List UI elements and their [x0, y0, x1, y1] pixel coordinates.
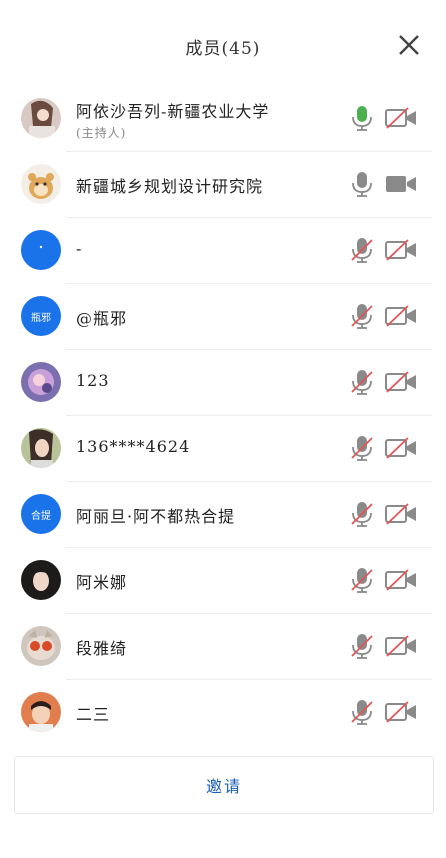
mic-icon[interactable]	[350, 170, 374, 198]
close-icon[interactable]	[396, 32, 422, 58]
camera-off-icon[interactable]	[384, 436, 418, 460]
member-row[interactable]: 合提 阿丽旦·阿不都热合提	[0, 482, 446, 548]
mic-off-icon[interactable]	[350, 236, 374, 264]
avatar: 合提	[21, 494, 61, 534]
invite-button[interactable]: 邀请	[14, 756, 434, 814]
avatar	[21, 164, 61, 204]
member-row[interactable]: -	[0, 218, 446, 284]
member-name: @瓶邪	[76, 309, 128, 328]
camera-off-icon[interactable]	[384, 238, 418, 262]
mic-off-icon[interactable]	[350, 698, 374, 726]
mic-off-icon[interactable]	[350, 632, 374, 660]
avatar-text: 合提	[31, 510, 51, 522]
member-name: 二三	[76, 705, 111, 724]
mic-off-icon[interactable]	[350, 500, 374, 528]
header-bar: 成员(45)	[0, 0, 446, 86]
member-row[interactable]: 阿米娜	[0, 548, 446, 614]
camera-off-icon[interactable]	[384, 106, 418, 130]
member-row[interactable]: 瓶邪 @瓶邪	[0, 284, 446, 350]
avatar	[21, 626, 61, 666]
member-row[interactable]: 阿依沙吾列-新疆农业大学 (主持人)	[0, 86, 446, 152]
member-name: -	[76, 239, 83, 258]
camera-off-icon[interactable]	[384, 634, 418, 658]
camera-off-icon[interactable]	[384, 370, 418, 394]
mic-off-icon[interactable]	[350, 566, 374, 594]
member-name: 阿依沙吾列-新疆农业大学	[76, 102, 270, 121]
member-name: 新疆城乡规划设计研究院	[76, 177, 264, 196]
member-name: 136****4624	[76, 437, 191, 456]
camera-off-icon[interactable]	[384, 700, 418, 724]
avatar	[21, 428, 61, 468]
member-row[interactable]: 136****4624	[0, 416, 446, 482]
avatar: 瓶邪	[21, 296, 61, 336]
avatar	[21, 692, 61, 732]
mic-off-icon[interactable]	[350, 434, 374, 462]
avatar	[21, 98, 61, 138]
page-title: 成员(45)	[185, 39, 261, 59]
avatar-text: 瓶邪	[31, 312, 51, 324]
camera-off-icon[interactable]	[384, 502, 418, 526]
member-row[interactable]: 二三	[0, 680, 446, 746]
avatar	[21, 362, 61, 402]
member-row[interactable]: 段雅绮	[0, 614, 446, 680]
mic-off-icon[interactable]	[350, 368, 374, 396]
member-name: 123	[76, 371, 110, 390]
avatar	[21, 230, 61, 270]
member-list: 阿依沙吾列-新疆农业大学 (主持人) 新疆城乡规划设计研究院 - 瓶邪 @瓶邪 …	[0, 86, 446, 746]
mic-off-icon[interactable]	[350, 302, 374, 330]
camera-off-icon[interactable]	[384, 568, 418, 592]
camera-off-icon[interactable]	[384, 304, 418, 328]
mic-on-icon[interactable]	[350, 104, 374, 132]
member-row[interactable]: 123	[0, 350, 446, 416]
member-name: 段雅绮	[76, 639, 128, 658]
member-role: (主持人)	[76, 126, 127, 140]
member-row[interactable]: 新疆城乡规划设计研究院	[0, 152, 446, 218]
camera-icon[interactable]	[384, 172, 418, 196]
member-name: 阿米娜	[76, 573, 128, 592]
member-name: 阿丽旦·阿不都热合提	[76, 507, 236, 526]
avatar	[21, 560, 61, 600]
